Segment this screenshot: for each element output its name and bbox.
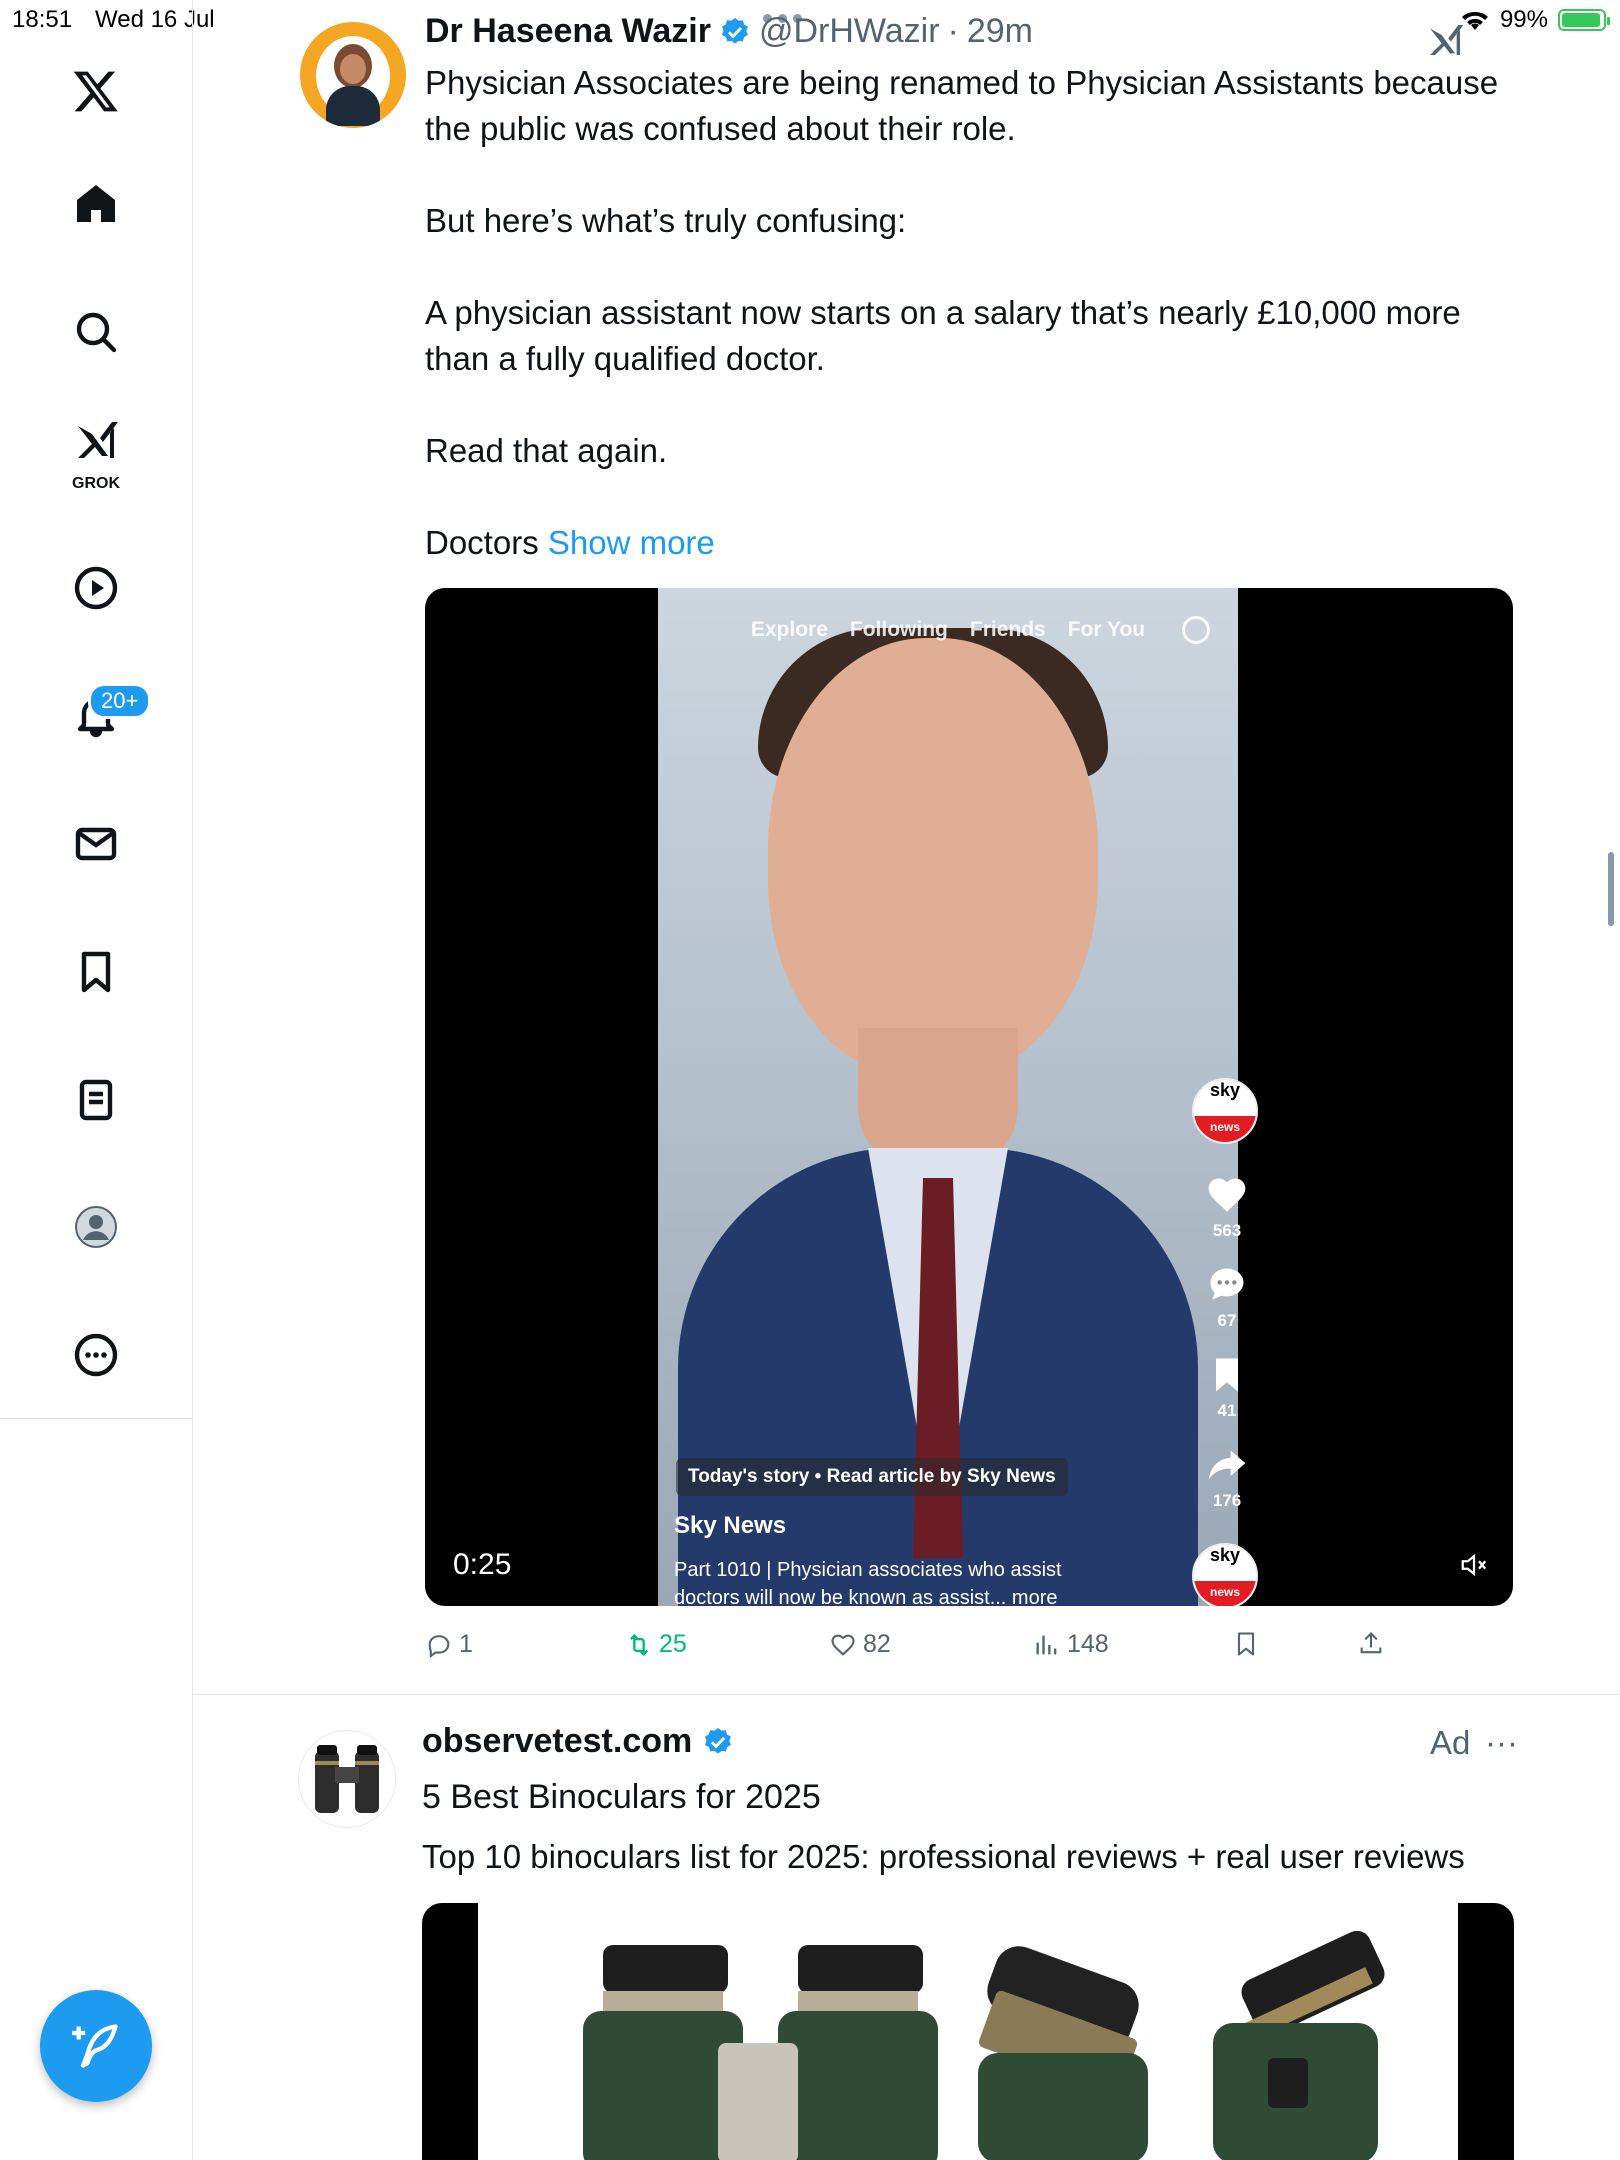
advertiser-name[interactable]: observetest.com [422, 1722, 692, 1761]
tweet-last-line: Doctors Show more [425, 520, 1525, 566]
ad-label: Ad [1430, 1724, 1471, 1761]
video-bookmarks: 41 [1192, 1353, 1262, 1421]
sky-avatar-sub: news [1194, 1581, 1256, 1606]
bookmark-button[interactable] [1232, 1630, 1260, 1658]
search-icon[interactable] [55, 291, 137, 373]
sky-logo-text: sky [1209, 1080, 1241, 1100]
sky-avatar-text: sky [1209, 1545, 1241, 1565]
tweet-paragraph: A physician assistant now starts on a sa… [425, 294, 1461, 377]
notifications-badge: 20+ [88, 683, 152, 719]
video-person-face [768, 638, 1098, 1078]
tweet-paragraph: Read that again. [425, 432, 668, 469]
video-shares-count: 176 [1212, 1491, 1242, 1510]
binoculars-product-image [583, 1930, 1385, 2160]
tweet-text: Physician Associates are being renamed t… [425, 60, 1525, 566]
x-logo-icon[interactable] [55, 50, 137, 132]
video-bookmarks-count: 41 [1217, 1401, 1237, 1420]
sky-news-logo: sky news [1192, 1078, 1258, 1144]
share-arrow-icon [1208, 1450, 1246, 1480]
feed-divider [192, 1694, 1620, 1695]
tweet-actions: 1 25 82 148 [425, 1630, 1425, 1670]
author-name[interactable]: Dr Haseena Wazir [425, 12, 711, 51]
sidebar: GROK 20+ [0, 0, 193, 2160]
mute-icon[interactable] [1459, 1550, 1489, 1580]
author-handle[interactable]: @DrHWazir [759, 12, 940, 51]
video-likes: 563 [1192, 1173, 1262, 1241]
video-tiktok-nav: Explore Following Friends For You [658, 618, 1238, 642]
video-nav-item: Explore [750, 618, 828, 641]
repost-count: 25 [659, 1630, 687, 1658]
advertiser-avatar[interactable] [298, 1730, 396, 1828]
sky-logo-sub: news [1194, 1116, 1256, 1142]
grok-explain-icon[interactable] [1425, 20, 1465, 60]
like-count: 82 [863, 1630, 891, 1658]
author-avatar[interactable] [300, 22, 406, 128]
ad-header: observetest.com [422, 1722, 734, 1761]
share-upload-icon [1360, 1632, 1382, 1654]
video-shares: 176 [1192, 1443, 1262, 1511]
reply-icon [428, 1634, 450, 1658]
more-options-icon[interactable] [55, 1314, 137, 1396]
reply-count: 1 [459, 1630, 473, 1658]
status-indicators: 99% [1460, 6, 1610, 34]
tweet-paragraph: Physician Associates are being renamed t… [425, 64, 1499, 147]
bookmark-outline-icon [1237, 1632, 1255, 1656]
video-description: Part 1010 | Physician associates who ass… [674, 1559, 1062, 1606]
comment-bubble-icon [1210, 1268, 1244, 1300]
ad-more-options-icon[interactable]: ··· [1485, 1724, 1518, 1762]
post-time[interactable]: 29m [967, 12, 1033, 51]
verified-badge-icon [705, 1727, 732, 1754]
heart-icon [1208, 1178, 1246, 1212]
header-separator: · [947, 12, 959, 50]
battery-percent: 99% [1499, 6, 1548, 33]
repost-icon [630, 1633, 648, 1656]
grok-icon[interactable] [55, 410, 137, 470]
messages-envelope-icon[interactable] [55, 803, 137, 885]
video-elapsed-time: 0:25 [453, 1548, 512, 1581]
video-nav-item: For You [1067, 618, 1146, 641]
video-likes-count: 563 [1212, 1221, 1242, 1240]
lists-icon[interactable] [55, 1059, 137, 1141]
share-button[interactable] [1357, 1630, 1385, 1658]
ad-image[interactable] [422, 1903, 1514, 2160]
video-account-name: Sky News [674, 1512, 787, 1539]
battery-icon [1558, 9, 1610, 31]
tweet-header: Dr Haseena Wazir @DrHWazir · 29m [425, 12, 1033, 51]
sky-news-avatar: sky news [1192, 1543, 1258, 1606]
profile-icon[interactable] [55, 1186, 137, 1268]
like-heart-icon [831, 1634, 855, 1656]
compose-post-button[interactable] [40, 1990, 152, 2102]
video-comments-count: 67 [1217, 1311, 1237, 1330]
video-search-icon [1182, 616, 1210, 644]
video-comments: 67 [1192, 1263, 1262, 1331]
video-story-banner: Today's story • Read article by Sky News [676, 1458, 1068, 1496]
ad-headline: 5 Best Binoculars for 2025 [422, 1778, 821, 1816]
reply-button[interactable]: 1 [425, 1630, 473, 1659]
bookmark-icon [1216, 1358, 1238, 1392]
show-more-link[interactable]: Show more [548, 524, 715, 561]
views-count: 148 [1067, 1630, 1109, 1658]
repost-button[interactable]: 25 [625, 1630, 687, 1659]
video-nav-item: Following [849, 618, 948, 641]
ad-image-binoculars [478, 1903, 1458, 2160]
tweet-truncated-text: Doctors [425, 524, 539, 561]
like-button[interactable]: 82 [829, 1630, 891, 1659]
home-icon[interactable] [55, 163, 137, 245]
views-button[interactable]: 148 [1033, 1630, 1109, 1659]
video-nav-item: Friends [969, 618, 1046, 641]
views-chart-icon [1036, 1635, 1057, 1654]
sidebar-divider [0, 1418, 192, 1419]
video-player[interactable]: Explore Following Friends For You sky ne… [425, 588, 1513, 1606]
video-icon[interactable] [55, 547, 137, 629]
ad-body: Top 10 binoculars list for 2025: profess… [422, 1838, 1465, 1875]
tweet-paragraph: But here’s what’s truly confusing: [425, 202, 907, 239]
scrollbar[interactable] [1608, 852, 1614, 926]
video-frame[interactable]: Explore Following Friends For You sky ne… [658, 588, 1258, 1606]
grok-label: GROK [72, 475, 120, 492]
video-person-neck [858, 1028, 1018, 1168]
bookmarks-icon[interactable] [55, 931, 137, 1013]
binoculars-logo-icon [315, 1745, 379, 1813]
verified-badge-icon [721, 17, 748, 44]
compose-feather-icon [72, 2024, 118, 2068]
